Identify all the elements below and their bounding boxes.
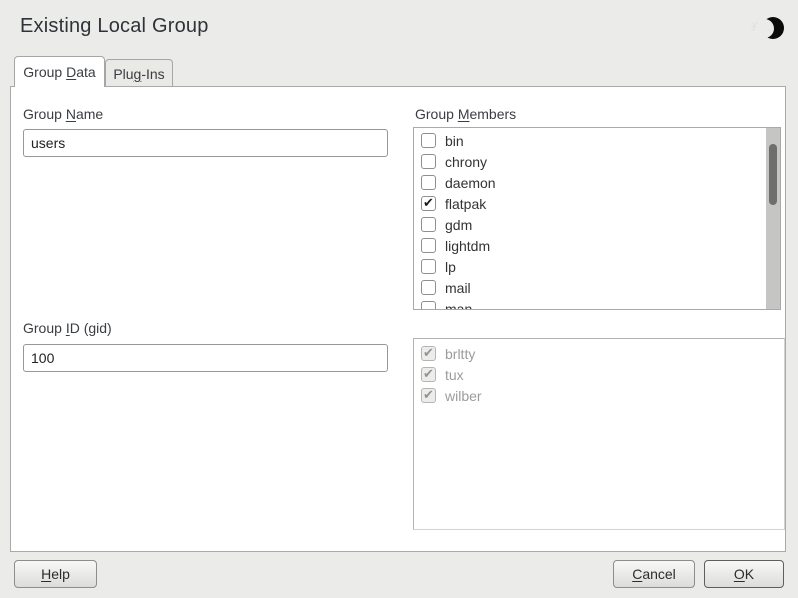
additional-members-list: brltty tux wilber bbox=[413, 338, 785, 530]
list-item-label: bin bbox=[445, 133, 464, 149]
tab-plug-ins[interactable]: Plug-Ins bbox=[105, 59, 173, 87]
checkbox-icon[interactable] bbox=[421, 301, 436, 310]
list-item-label: lp bbox=[445, 259, 456, 275]
dialog-title: Existing Local Group bbox=[20, 15, 209, 38]
help-button[interactable]: Help bbox=[14, 560, 97, 588]
list-item[interactable]: gdm bbox=[414, 214, 780, 235]
list-item[interactable]: daemon bbox=[414, 172, 780, 193]
scrollbar-thumb[interactable] bbox=[769, 144, 777, 205]
list-item[interactable]: flatpak bbox=[414, 193, 780, 214]
list-item-label: daemon bbox=[445, 175, 496, 191]
checkbox-icon bbox=[421, 388, 436, 403]
list-item-label: chrony bbox=[445, 154, 487, 170]
tab-label: Plug-Ins bbox=[113, 66, 164, 82]
checkbox-icon[interactable] bbox=[421, 280, 436, 295]
ok-button[interactable]: OK bbox=[704, 560, 784, 588]
moon-crescent-icon: ☀ bbox=[750, 15, 784, 42]
checkbox-icon[interactable] bbox=[421, 175, 436, 190]
crescent-icon bbox=[762, 17, 784, 39]
checkbox-icon[interactable] bbox=[421, 259, 436, 274]
list-item-label: wilber bbox=[445, 388, 482, 404]
list-item[interactable]: bin bbox=[414, 130, 780, 151]
checkbox-icon bbox=[421, 346, 436, 361]
list-item: brltty bbox=[414, 343, 784, 364]
checkbox-icon[interactable] bbox=[421, 133, 436, 148]
list-item: tux bbox=[414, 364, 784, 385]
tab-label: Group Data bbox=[23, 64, 95, 80]
group-members-label: Group Members bbox=[415, 106, 516, 122]
list-item: wilber bbox=[414, 385, 784, 406]
help-button-label: Help bbox=[41, 566, 70, 582]
list-item-label: mail bbox=[445, 280, 471, 296]
list-item-label: man bbox=[445, 301, 472, 311]
tab-group-data[interactable]: Group Data bbox=[14, 56, 105, 87]
cancel-button[interactable]: Cancel bbox=[613, 560, 695, 588]
list-item[interactable]: chrony bbox=[414, 151, 780, 172]
cancel-button-label: Cancel bbox=[632, 566, 676, 582]
list-item-label: gdm bbox=[445, 217, 472, 233]
checkbox-icon[interactable] bbox=[421, 196, 436, 211]
checkbox-icon[interactable] bbox=[421, 238, 436, 253]
list-item-label: flatpak bbox=[445, 196, 486, 212]
list-item[interactable]: man bbox=[414, 298, 780, 310]
group-members-list[interactable]: bin chrony daemon flatpak gdm lightdm lp… bbox=[413, 127, 781, 310]
list-item[interactable]: lp bbox=[414, 256, 780, 277]
list-item[interactable]: lightdm bbox=[414, 235, 780, 256]
ok-button-label: OK bbox=[734, 566, 754, 582]
list-item-label: tux bbox=[445, 367, 464, 383]
group-id-label: Group ID (gid) bbox=[23, 320, 112, 336]
group-name-label: Group Name bbox=[23, 106, 103, 122]
list-item[interactable]: mail bbox=[414, 277, 780, 298]
checkbox-icon[interactable] bbox=[421, 154, 436, 169]
group-name-input[interactable] bbox=[23, 129, 388, 157]
list-item-label: brltty bbox=[445, 346, 475, 362]
checkbox-icon bbox=[421, 367, 436, 382]
group-data-panel: Group Name Group ID (gid) Group Members … bbox=[10, 86, 786, 552]
group-id-input[interactable] bbox=[23, 344, 388, 372]
scrollbar-track[interactable] bbox=[766, 128, 780, 309]
checkbox-icon[interactable] bbox=[421, 217, 436, 232]
list-item-label: lightdm bbox=[445, 238, 490, 254]
